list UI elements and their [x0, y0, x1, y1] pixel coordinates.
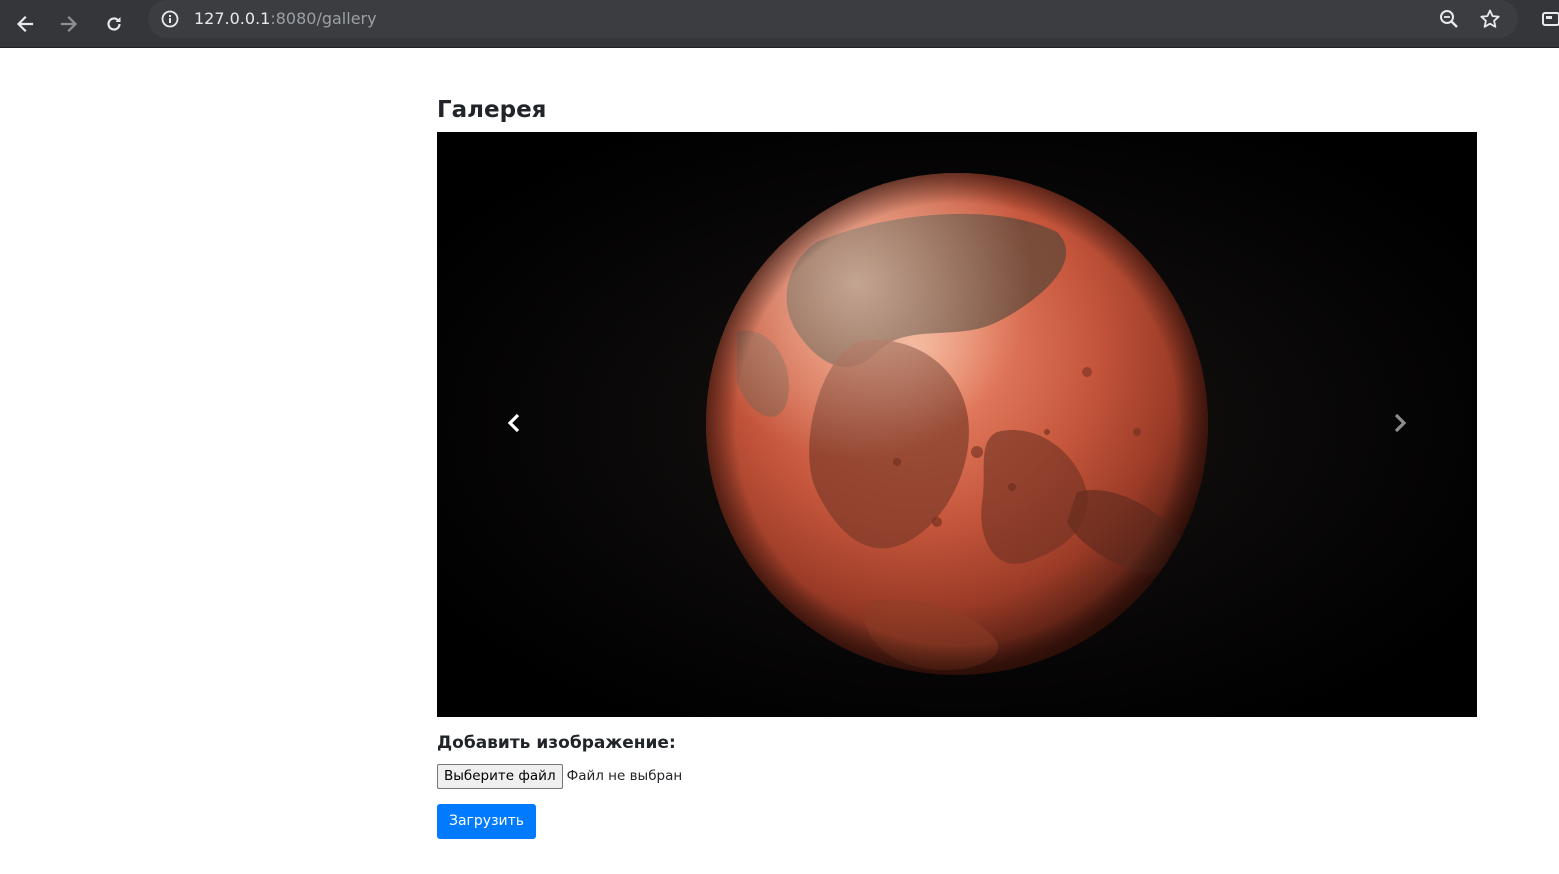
file-status-text: Файл не выбран	[566, 768, 683, 784]
carousel-next-button[interactable]	[1369, 392, 1429, 457]
upload-label: Добавить изображение:	[437, 733, 676, 753]
chevron-right-icon	[1389, 412, 1409, 438]
zoom-icon[interactable]	[1436, 6, 1462, 32]
file-input[interactable]: Выберите файл Файл не выбран	[437, 763, 682, 789]
reload-icon	[104, 14, 124, 34]
star-icon[interactable]	[1477, 6, 1503, 32]
page-title: Галерея	[437, 97, 547, 123]
url-host: 127.0.0.1	[194, 9, 271, 28]
choose-file-button[interactable]: Выберите файл	[437, 763, 563, 789]
info-icon[interactable]	[156, 5, 184, 33]
forward-button[interactable]	[51, 6, 87, 42]
forward-arrow-icon	[59, 14, 79, 34]
carousel-slide-mars	[437, 132, 1477, 717]
image-carousel[interactable]	[437, 132, 1477, 717]
extension-icon[interactable]	[1538, 6, 1559, 32]
browser-toolbar: 127.0.0.1:8080/gallery	[0, 0, 1559, 48]
mars-image	[437, 132, 1477, 717]
upload-button[interactable]: Загрузить	[437, 804, 537, 839]
carousel-prev-button[interactable]	[485, 392, 545, 457]
back-button[interactable]	[7, 6, 43, 42]
address-url[interactable]: 127.0.0.1:8080/gallery	[194, 8, 377, 30]
url-path: :8080/gallery	[270, 9, 377, 28]
reload-button[interactable]	[96, 6, 132, 42]
chevron-left-icon	[505, 412, 525, 438]
back-arrow-icon	[15, 14, 35, 34]
